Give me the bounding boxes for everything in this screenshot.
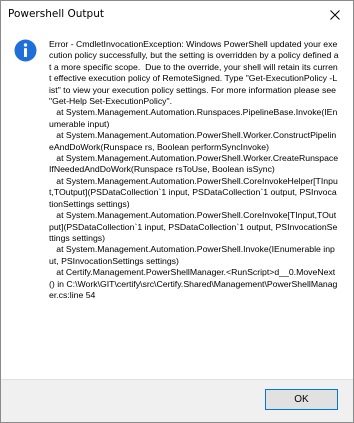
ok-button[interactable]: OK [265,389,338,410]
error-message: Error - CmdletInvocationException: Windo… [49,39,339,300]
dialog-content: Error - CmdletInvocationException: Windo… [1,28,353,379]
button-bar: OK [1,379,353,422]
window-title: Powershell Output [8,8,104,20]
close-icon [330,9,340,20]
title-bar: Powershell Output [1,1,353,28]
info-icon [14,39,37,62]
message-box-window: Powershell Output Error - CmdletInvocati… [0,0,354,423]
close-button[interactable] [317,1,353,28]
